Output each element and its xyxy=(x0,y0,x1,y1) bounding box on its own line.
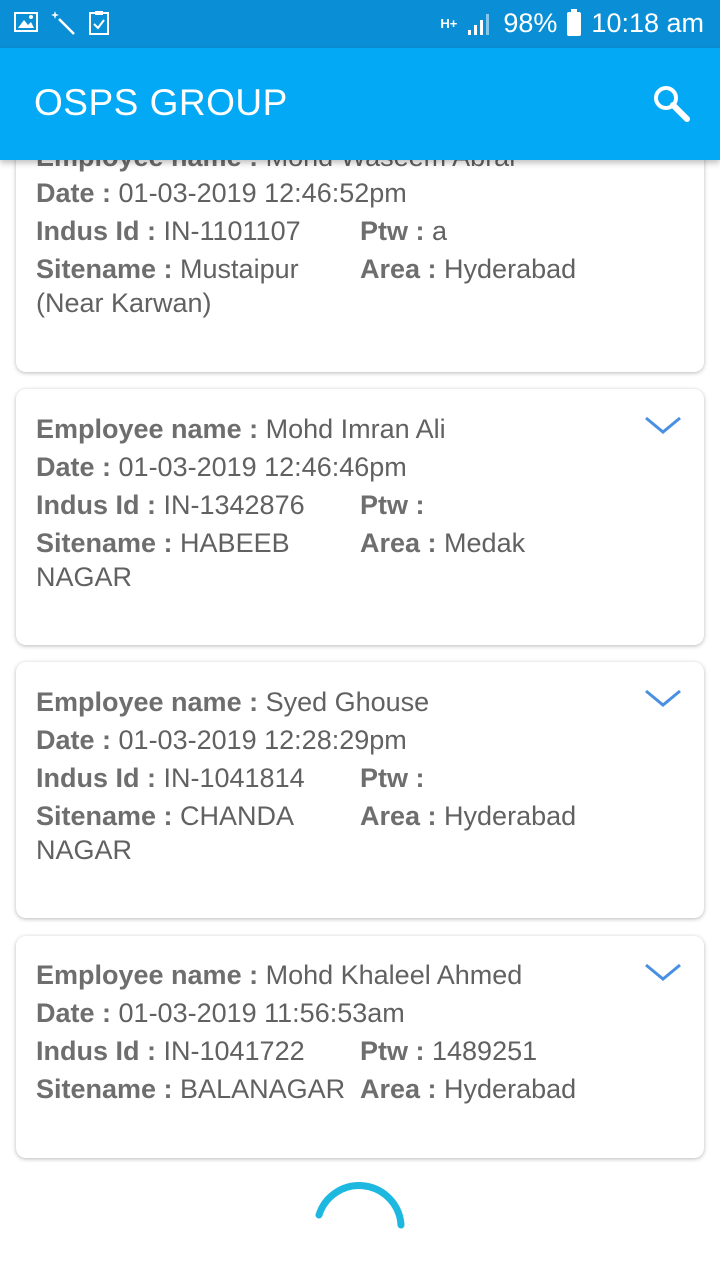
employee-card[interactable]: Employee name : Mohd Imran Ali Date : 01… xyxy=(16,389,704,645)
search-icon[interactable] xyxy=(650,82,694,126)
sitename-row: Sitename : HABEEB NAGAR xyxy=(36,528,290,592)
employee-name-row: Employee name : Mohd Khaleel Ahmed xyxy=(36,960,523,990)
ptw-row: Ptw : xyxy=(360,763,425,793)
area-row: Area : Hyderabad xyxy=(360,1074,577,1104)
chevron-down-icon[interactable] xyxy=(644,415,682,435)
ptw-row: Ptw : 1489251 xyxy=(360,1036,538,1066)
indus-id-row: Indus Id : IN-1101107 xyxy=(36,216,301,246)
date-row: Date : 01-03-2019 12:28:29pm xyxy=(36,725,407,755)
indus-id-row: Indus Id : IN-1041814 xyxy=(36,763,305,793)
app-bar: OSPS GROUP xyxy=(0,48,720,160)
employee-list[interactable]: Employee name : Mohd Waseem Abrar Date :… xyxy=(0,0,720,1280)
indus-id-row: Indus Id : IN-1342876 xyxy=(36,490,305,520)
date-row: Date : 01-03-2019 11:56:53am xyxy=(36,998,405,1028)
chevron-down-icon[interactable] xyxy=(644,962,682,982)
app-title: OSPS GROUP xyxy=(34,82,288,123)
employee-name-row: Employee name : Mohd Imran Ali xyxy=(36,414,446,444)
loading-spinner xyxy=(315,1182,405,1229)
area-row: Area : Hyderabad xyxy=(360,801,577,831)
sitename-row: Sitename : Mustaipur (Near Karwan) xyxy=(36,254,299,318)
chevron-down-icon[interactable] xyxy=(644,688,682,708)
sitename-row: Sitename : BALANAGAR xyxy=(36,1074,346,1104)
sitename-row: Sitename : CHANDA NAGAR xyxy=(36,801,293,865)
ptw-row: Ptw : a xyxy=(360,216,448,246)
area-row: Area : Hyderabad xyxy=(360,254,577,284)
employee-card[interactable]: Employee name : Mohd Khaleel Ahmed Date … xyxy=(16,936,704,1158)
indus-id-row: Indus Id : IN-1041722 xyxy=(36,1036,305,1066)
employee-card[interactable]: Employee name : Syed Ghouse Date : 01-03… xyxy=(16,662,704,918)
employee-name-row: Employee name : Syed Ghouse xyxy=(36,687,430,717)
date-row: Date : 01-03-2019 12:46:46pm xyxy=(36,452,407,482)
ptw-row: Ptw : xyxy=(360,490,425,520)
area-row: Area : Medak xyxy=(360,528,526,558)
date-row: Date : 01-03-2019 12:46:52pm xyxy=(36,178,407,208)
